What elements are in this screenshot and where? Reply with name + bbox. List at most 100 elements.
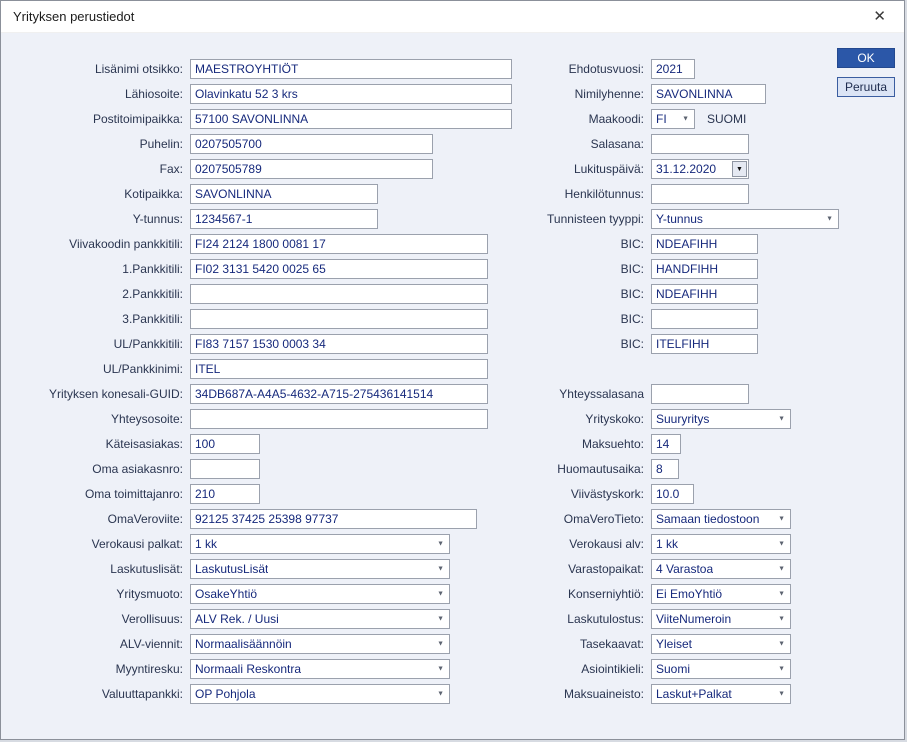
ehdotusvuosi-label: Ehdotusvuosi: [533,62,644,76]
kotipaikka-label: Kotipaikka: [11,187,183,201]
pankkitili-1-input[interactable]: FI02 3131 5420 0025 65 [190,259,488,279]
myyntiresku-label: Myyntiresku: [11,662,183,676]
bic-1-input[interactable]: NDEAFIHH [651,234,758,254]
maksuaineisto-select[interactable]: Laskut+Palkat ▼ [651,684,791,704]
selected-value: Ei EmoYhtiö [656,587,722,601]
oma-toimittajanro-input[interactable]: 210 [190,484,260,504]
lukituspaiva-datepicker[interactable]: 31.12.2020 ▼ [651,159,749,179]
konserniyhtio-select[interactable]: Ei EmoYhtiö ▼ [651,584,791,604]
pankkitili-2-input[interactable] [190,284,488,304]
yhteysosoite-label: Yhteysosoite: [11,412,183,426]
tunnisteen-tyyppi-select[interactable]: Y-tunnus ▼ [651,209,839,229]
ehdotusvuosi-input[interactable]: 2021 [651,59,695,79]
bic-2-input[interactable]: HANDFIHH [651,259,758,279]
varastopaikat-label: Varastopaikat: [533,562,644,576]
verokausi-alv-label: Verokausi alv: [533,537,644,551]
cancel-button[interactable]: Peruuta [837,77,895,97]
ul-pankkitili-input[interactable]: FI83 7157 1530 0003 34 [190,334,488,354]
bic-4-label: BIC: [533,312,644,326]
konesali-guid-input[interactable]: 34DB687A-A4A5-4632-A715-275436141514 [190,384,488,404]
chevron-down-icon: ▼ [437,565,444,572]
maksuehto-label: Maksuehto: [533,437,644,451]
chevron-down-icon: ▼ [778,615,785,622]
pankkitili-3-input[interactable] [190,309,488,329]
maakoodi-select[interactable]: FI ▼ [651,109,695,129]
kateisasiakas-input[interactable]: 100 [190,434,260,454]
yritysmuoto-select[interactable]: OsakeYhtiö ▼ [190,584,450,604]
maksuehto-input[interactable]: 14 [651,434,681,454]
salasana-input[interactable] [651,134,749,154]
bic-5-input[interactable]: ITELFIHH [651,334,758,354]
valuuttapankki-select[interactable]: OP Pohjola ▼ [190,684,450,704]
viivakoodin-pankkitili-label: Viivakoodin pankkitili: [11,237,183,251]
oma-asiakasnro-label: Oma asiakasnro: [11,462,183,476]
lahiosoite-label: Lähiosoite: [11,87,183,101]
ul-pankkinimi-input[interactable]: ITEL [190,359,488,379]
y-tunnus-input[interactable]: 1234567-1 [190,209,378,229]
tasekaavat-select[interactable]: Yleiset ▼ [651,634,791,654]
bic-5-label: BIC: [533,337,644,351]
window-title: Yrityksen perustiedot [13,1,134,32]
laskutulostus-label: Laskutulostus: [533,612,644,626]
bic-3-input[interactable]: NDEAFIHH [651,284,758,304]
chevron-down-icon: ▼ [682,115,689,122]
lisanimi-otsikko-input[interactable]: MAESTROYHTIÖT [190,59,512,79]
bic-4-input[interactable] [651,309,758,329]
titlebar: Yrityksen perustiedot ✕ [1,1,904,33]
viivakoodin-pankkitili-input[interactable]: FI24 2124 1800 0081 17 [190,234,488,254]
viivastyskork-label: Viivästyskork: [533,487,644,501]
verollisuus-select[interactable]: ALV Rek. / Uusi ▼ [190,609,450,629]
ok-button[interactable]: OK [837,48,895,68]
verokausi-alv-select[interactable]: 1 kk ▼ [651,534,791,554]
selected-value: 1 kk [195,537,217,551]
omaveroviite-label: OmaVeroviite: [11,512,183,526]
chevron-down-icon: ▼ [778,665,785,672]
postitoimipaikka-label: Postitoimipaikka: [11,112,183,126]
selected-value: Y-tunnus [656,212,703,226]
tasekaavat-label: Tasekaavat: [533,637,644,651]
laskutuslisat-select[interactable]: LaskutusLisät ▼ [190,559,450,579]
chevron-down-icon: ▼ [437,615,444,622]
chevron-down-icon: ▼ [437,640,444,647]
chevron-down-icon: ▼ [778,590,785,597]
datepicker-dropdown-button[interactable]: ▼ [732,161,747,177]
valuuttapankki-label: Valuuttapankki: [11,687,183,701]
pankkitili-1-label: 1.Pankkitili: [11,262,183,276]
verokausi-palkat-select[interactable]: 1 kk ▼ [190,534,450,554]
selected-value: 4 Varastoa [656,562,713,576]
oma-asiakasnro-input[interactable] [190,459,260,479]
selected-value: 31.12.2020 [656,162,716,176]
fax-input[interactable]: 0207505789 [190,159,433,179]
laskutulostus-select[interactable]: ViiteNumeroin ▼ [651,609,791,629]
omaverotieto-select[interactable]: Samaan tiedostoon ▼ [651,509,791,529]
varastopaikat-select[interactable]: 4 Varastoa ▼ [651,559,791,579]
close-icon[interactable]: ✕ [869,1,890,32]
nimilyhenne-input[interactable]: SAVONLINNA [651,84,766,104]
chevron-down-icon: ▼ [437,590,444,597]
viivastyskork-input[interactable]: 10.0 [651,484,694,504]
myyntiresku-select[interactable]: Normaali Reskontra ▼ [190,659,450,679]
konserniyhtio-label: Konserniyhtiö: [533,587,644,601]
nimilyhenne-label: Nimilyhenne: [533,87,644,101]
henkilotunnus-input[interactable] [651,184,749,204]
asiointikieli-label: Asiointikieli: [533,662,644,676]
chevron-down-icon: ▼ [437,690,444,697]
puhelin-input[interactable]: 0207505700 [190,134,433,154]
yhteyssalasana-input[interactable] [651,384,749,404]
kotipaikka-input[interactable]: SAVONLINNA [190,184,378,204]
huomautusaika-input[interactable]: 8 [651,459,679,479]
chevron-down-icon: ▼ [778,640,785,647]
yhteysosoite-input[interactable] [190,409,488,429]
yrityskoko-select[interactable]: Suuryritys ▼ [651,409,791,429]
lukituspaiva-label: Lukituspäivä: [533,162,644,176]
alv-viennit-select[interactable]: Normaalisäännöin ▼ [190,634,450,654]
yhteyssalasana-label: Yhteyssalasana [533,387,644,401]
selected-value: Suuryritys [656,412,709,426]
postitoimipaikka-input[interactable]: 57100 SAVONLINNA [190,109,512,129]
chevron-down-icon: ▼ [778,540,785,547]
omaveroviite-input[interactable]: 92125 37425 25398 97737 [190,509,477,529]
ul-pankkitili-label: UL/Pankkitili: [11,337,183,351]
salasana-label: Salasana: [533,137,644,151]
lahiosoite-input[interactable]: Olavinkatu 52 3 krs [190,84,512,104]
asiointikieli-select[interactable]: Suomi ▼ [651,659,791,679]
